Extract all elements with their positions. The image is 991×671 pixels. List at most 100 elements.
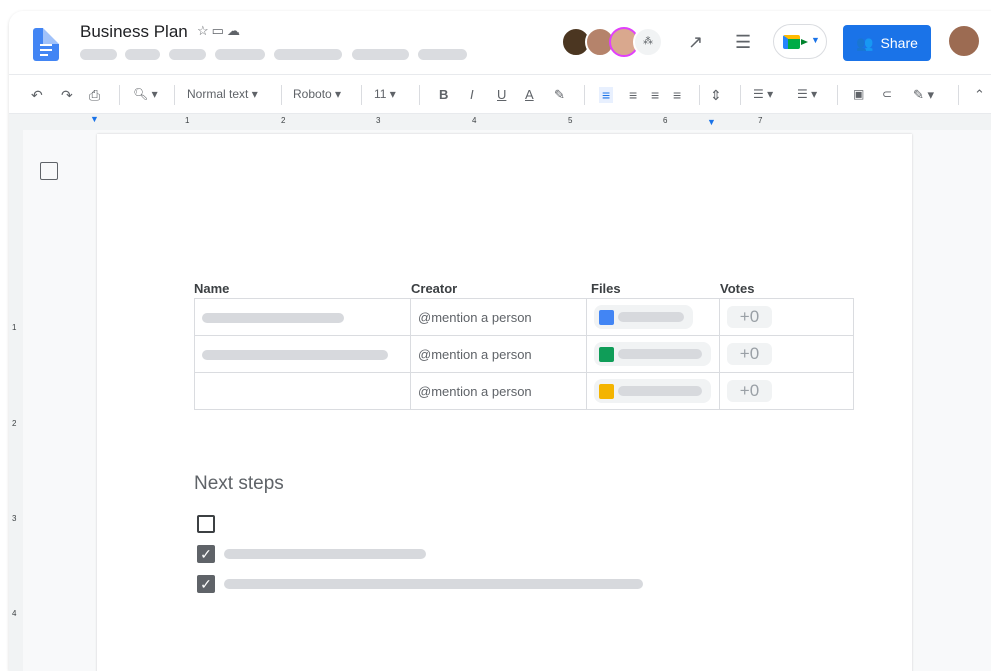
vote-button[interactable]: +0 [727,380,772,402]
menu-item[interactable] [274,49,342,60]
ruler-mark: 3 [376,116,381,125]
undo-icon[interactable]: ↶ [31,87,43,104]
divider [837,85,838,105]
menu-item[interactable] [80,49,117,60]
checklist-checkbox-checked[interactable]: ✓ [197,545,215,563]
votes-cell: +0 [719,335,854,373]
person-chip-cell[interactable]: @mention a person [410,298,587,336]
ruler-mark: 2 [12,419,17,428]
meet-button[interactable]: ▼ [773,24,827,59]
name-cell[interactable] [194,298,411,336]
line-spacing-icon[interactable]: ⇕ [710,87,722,104]
table-row: @mention a person +0 [194,298,854,336]
table-row: @mention a person +0 [194,335,854,373]
redo-icon[interactable]: ↷ [61,87,73,104]
file-cell[interactable] [586,335,720,373]
name-cell[interactable] [194,335,411,373]
font-select[interactable]: Roboto ▾ [293,87,341,101]
document-title[interactable]: Business Plan [80,22,188,42]
bulleted-list-icon[interactable]: ☰ ▾ [753,87,773,101]
votes-cell: +0 [719,298,854,336]
underline-icon[interactable]: U [497,87,506,102]
table-row: @mention a person +0 [194,372,854,410]
file-chip[interactable] [594,342,711,366]
ruler-mark: 1 [185,116,190,125]
ruler-mark: 1 [12,323,17,332]
column-header-creator: Creator [411,281,458,296]
person-chip-cell[interactable]: @mention a person [410,335,587,373]
sheets-file-icon [599,346,614,362]
vote-button[interactable]: +0 [727,343,772,365]
italic-icon[interactable]: I [470,87,474,102]
insert-image-icon[interactable]: ▣ [853,87,864,101]
share-button[interactable]: 👥 Share [843,25,931,61]
votes-cell: +0 [719,372,854,410]
comments-icon[interactable]: ☰ [735,32,751,53]
vote-button[interactable]: +0 [727,306,772,328]
slides-file-icon [599,383,614,399]
menu-item[interactable] [418,49,467,60]
name-cell[interactable] [194,372,411,410]
checklist-item-text[interactable] [224,579,643,589]
app-window: Business Plan ☆ ▭ ☁ ⁂ ↗ ☰ ▼ 👥 Share ↶ ↷ [9,11,991,671]
zoom-icon[interactable]: 🔍︎ ▾ [133,87,158,101]
file-cell[interactable] [586,298,720,336]
ruler-mark: 4 [12,609,17,618]
move-to-folder-icon[interactable]: ▭ [212,23,224,39]
cloud-status-icon[interactable]: ☁ [227,23,240,39]
horizontal-ruler[interactable]: ▼ 1 2 3 4 5 6 ▼ 7 [9,114,991,130]
highlight-icon[interactable]: ✎ [554,87,565,103]
divider [958,85,959,105]
checklist-checkbox-checked[interactable]: ✓ [197,575,215,593]
more-collaborators-icon[interactable]: ⁂ [633,27,663,57]
menu-item[interactable] [215,49,265,60]
bold-icon[interactable]: B [439,87,448,102]
checklist-checkbox[interactable] [197,515,215,533]
align-center-icon[interactable]: ≡ [629,87,637,103]
column-header-votes: Votes [720,281,755,296]
right-indent-marker-icon[interactable]: ▼ [707,117,716,127]
account-avatar[interactable] [947,24,981,58]
collapse-menus-icon[interactable]: ⌃ [974,87,985,103]
vertical-ruler[interactable]: 1 2 3 4 [9,130,23,671]
ruler-mark: 6 [663,116,668,125]
ruler-mark: 5 [568,116,573,125]
menu-item[interactable] [352,49,409,60]
project-table: @mention a person +0 @mention a person +… [194,298,854,410]
ruler-mark: 7 [758,116,763,125]
divider [119,85,120,105]
person-chip-cell[interactable]: @mention a person [410,372,587,410]
activity-trend-icon[interactable]: ↗ [688,32,703,53]
file-chip[interactable] [594,305,693,329]
divider [584,85,585,105]
align-left-icon[interactable]: ≡ [599,87,614,103]
editing-mode-icon[interactable]: ✎ ▾ [913,87,934,103]
divider [699,85,700,105]
divider [281,85,282,105]
chevron-down-icon: ▼ [811,35,820,45]
docs-logo-icon[interactable] [33,28,59,61]
checklist-item-text[interactable] [224,549,426,559]
numbered-list-icon[interactable]: ☰ ▾ [797,87,817,101]
file-cell[interactable] [586,372,720,410]
indent-marker-icon[interactable]: ▼ [90,114,99,124]
paragraph-style-select[interactable]: Normal text ▾ [187,87,258,101]
star-icon[interactable]: ☆ [197,23,209,39]
text-color-icon[interactable]: A [525,87,534,102]
document-page[interactable]: Name Creator Files Votes @mention a pers… [97,134,912,671]
title-bar: Business Plan ☆ ▭ ☁ ⁂ ↗ ☰ ▼ 👥 Share [9,11,991,74]
divider [174,85,175,105]
document-outline-icon[interactable] [40,162,58,180]
font-size-select[interactable]: 11 ▾ [374,87,396,101]
file-chip[interactable] [594,379,711,403]
link-icon[interactable]: ⊂ [882,87,892,101]
align-right-icon[interactable]: ≡ [651,87,659,103]
divider [361,85,362,105]
menu-item[interactable] [125,49,160,60]
column-header-files: Files [591,281,621,296]
meet-camera-icon [783,35,808,49]
menu-item[interactable] [169,49,206,60]
justify-icon[interactable]: ≡ [673,87,681,103]
docs-file-icon [599,309,614,325]
print-icon[interactable]: ⎙ [89,87,100,104]
